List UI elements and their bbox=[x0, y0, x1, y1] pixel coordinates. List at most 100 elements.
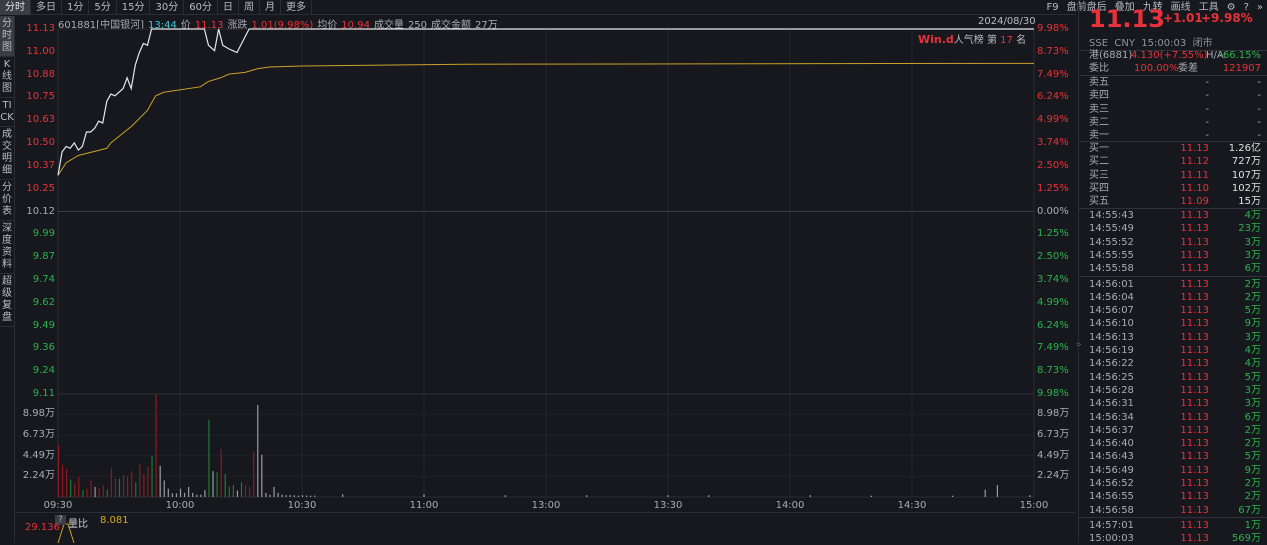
tick-row-time: 14:56:25 bbox=[1089, 371, 1134, 383]
time-axis-label: 10:30 bbox=[287, 500, 317, 511]
tick-row-volume: 4万 bbox=[1244, 358, 1261, 370]
price-axis-label: 9.74 bbox=[32, 273, 55, 285]
tick-row-time: 14:57:01 bbox=[1089, 519, 1134, 531]
pct-axis-label: 3.74% bbox=[1037, 273, 1069, 285]
pct-axis-label: 1.25% bbox=[1037, 182, 1069, 194]
order-ratio-value: 100.00% bbox=[1134, 63, 1179, 74]
pct-axis-label: 3.74% bbox=[1037, 137, 1069, 149]
tick-row: 14:56:34 11.13 6万 bbox=[1089, 411, 1261, 424]
tick-row: 14:56:40 11.13 2万 bbox=[1089, 437, 1261, 450]
ask-row-label: 卖二 bbox=[1089, 116, 1109, 128]
tick-row-label: 14:55:55 bbox=[1089, 249, 1134, 261]
bid-row-label: 买四 bbox=[1089, 182, 1109, 194]
tick-row-volume: 4万 bbox=[1244, 210, 1261, 221]
tick-row-volume: 9万 bbox=[1244, 464, 1261, 476]
bid-row-label: 买三 bbox=[1089, 169, 1109, 181]
tick-row-price: 11.13 bbox=[1180, 491, 1209, 503]
tick-row: 14:55:43 11.13 4万 bbox=[1089, 209, 1261, 222]
pct-axis-label: 9.98% bbox=[1037, 388, 1069, 399]
tick-row-price: 11.13 bbox=[1180, 519, 1209, 531]
intraday-chart[interactable] bbox=[0, 0, 1076, 543]
volume-ratio-max: 29.136 bbox=[25, 522, 60, 533]
order-ratio-label: 委比 bbox=[1089, 63, 1109, 74]
price-axis-label: 10.50 bbox=[26, 137, 55, 149]
tick-row: 14:56:07 11.13 5万 bbox=[1089, 304, 1261, 317]
ask-row-volume: - bbox=[1257, 77, 1261, 88]
tick-row: 15:00:03 11.13 569万 bbox=[1089, 532, 1261, 545]
tick-row: 14:56:25 11.13 5万 bbox=[1089, 371, 1261, 384]
tick-row-volume: 3万 bbox=[1244, 398, 1261, 410]
tick-row-volume: 2万 bbox=[1244, 438, 1261, 450]
ask-row-label: 卖四 bbox=[1089, 90, 1109, 102]
bid-row-volume: 727万 bbox=[1231, 156, 1261, 168]
price-axis-label: 10.63 bbox=[26, 114, 55, 126]
price-axis-label: 10.88 bbox=[26, 68, 55, 80]
ask-row-price: - bbox=[1205, 116, 1209, 128]
tick-row-volume: 6万 bbox=[1244, 263, 1261, 275]
tick-row-price: 11.13 bbox=[1180, 345, 1209, 356]
pct-axis-label: 4.99% bbox=[1037, 296, 1069, 308]
tick-row-price: 11.13 bbox=[1180, 478, 1209, 489]
price-axis-label: 10.12 bbox=[26, 205, 55, 217]
pct-axis-label: 2.50% bbox=[1037, 251, 1069, 263]
ask-row-volume: - bbox=[1257, 90, 1261, 102]
bid-row-volume: 15万 bbox=[1238, 196, 1261, 208]
tick-row-label: 14:55:49 bbox=[1089, 223, 1134, 235]
price-axis-label: 10.25 bbox=[26, 182, 55, 194]
price-axis-label: 9.87 bbox=[32, 251, 55, 263]
tick-row-time: 14:56:40 bbox=[1089, 438, 1134, 450]
tick-row-price: 11.13 bbox=[1180, 398, 1209, 410]
bid-row-volume: 107万 bbox=[1231, 169, 1261, 181]
bid-row-label: 买一 bbox=[1089, 143, 1109, 154]
tick-row-volume: 4万 bbox=[1244, 345, 1261, 356]
tick-row-time: 14:56:49 bbox=[1089, 464, 1134, 476]
time-axis-label: 13:30 bbox=[653, 500, 683, 511]
tick-row-time: 14:56:19 bbox=[1089, 345, 1134, 356]
bid-row: 买一 11.13 1.26亿 bbox=[1089, 142, 1261, 155]
tick-row-price: 11.13 bbox=[1180, 249, 1209, 261]
tick-row: 14:56:01 11.13 2万 bbox=[1089, 278, 1261, 291]
tick-row: 14:56:55 11.13 2万 bbox=[1089, 490, 1261, 503]
tick-row-price: 11.13 bbox=[1180, 504, 1209, 516]
tick-row-volume: 3万 bbox=[1244, 384, 1261, 396]
volume-axis-label: 2.24万 bbox=[22, 470, 55, 482]
tick-row-time: 14:56:52 bbox=[1089, 478, 1134, 489]
ask-row: 卖四 - - bbox=[1089, 89, 1261, 102]
bid-row-volume: 102万 bbox=[1231, 182, 1261, 194]
pct-axis-label: 4.99% bbox=[1037, 114, 1069, 126]
tick-row-price: 11.13 bbox=[1180, 411, 1209, 423]
tick-row: 14:55:52 11.13 3万 bbox=[1089, 236, 1261, 249]
tick-row: 14:56:58 11.13 67万 bbox=[1089, 504, 1261, 517]
last-price: 11.13 bbox=[1089, 5, 1165, 33]
tick-row: 14:56:37 11.13 2万 bbox=[1089, 424, 1261, 437]
tick-row-time: 14:56:22 bbox=[1089, 358, 1134, 370]
tick-row: 14:57:01 11.13 1万 bbox=[1089, 519, 1261, 532]
bid-row: 买三 11.11 107万 bbox=[1089, 169, 1261, 182]
bid-row-label: 买五 bbox=[1089, 196, 1109, 208]
ask-row-label: 卖三 bbox=[1089, 103, 1109, 115]
tick-row: 14:56:19 11.13 4万 bbox=[1089, 344, 1261, 357]
tick-row-price: 11.13 bbox=[1180, 331, 1209, 343]
price-axis-label: 11.13 bbox=[26, 23, 55, 34]
price-axis-label: 9.62 bbox=[32, 296, 55, 308]
pct-axis-label: 6.24% bbox=[1037, 319, 1069, 331]
price-axis-label: 9.99 bbox=[32, 228, 55, 240]
price-axis-label: 11.00 bbox=[26, 45, 55, 57]
tick-row-volume: 9万 bbox=[1244, 318, 1261, 330]
ask-row-label: 卖五 bbox=[1089, 77, 1109, 88]
tick-row-price: 11.13 bbox=[1180, 424, 1209, 436]
pct-axis-label: 8.73% bbox=[1037, 365, 1069, 377]
tick-row-volume: 5万 bbox=[1244, 451, 1261, 463]
tick-row-volume: 1万 bbox=[1244, 519, 1261, 531]
ask-row: 卖二 - - bbox=[1089, 116, 1261, 129]
ha-value: -66.15% bbox=[1219, 50, 1261, 61]
tick-row-price: 11.13 bbox=[1180, 263, 1209, 275]
order-diff-label: 委差 bbox=[1178, 63, 1198, 74]
tick-row-time: 14:56:34 bbox=[1089, 411, 1134, 423]
pct-axis-label: 7.49% bbox=[1037, 68, 1069, 80]
tick-row-label: 14:55:52 bbox=[1089, 236, 1134, 248]
tick-row: 14:56:04 11.13 2万 bbox=[1089, 291, 1261, 304]
bid-row-volume: 1.26亿 bbox=[1228, 143, 1261, 154]
bid-row: 买二 11.12 727万 bbox=[1089, 155, 1261, 168]
tick-row-label: 14:55:58 bbox=[1089, 263, 1134, 275]
